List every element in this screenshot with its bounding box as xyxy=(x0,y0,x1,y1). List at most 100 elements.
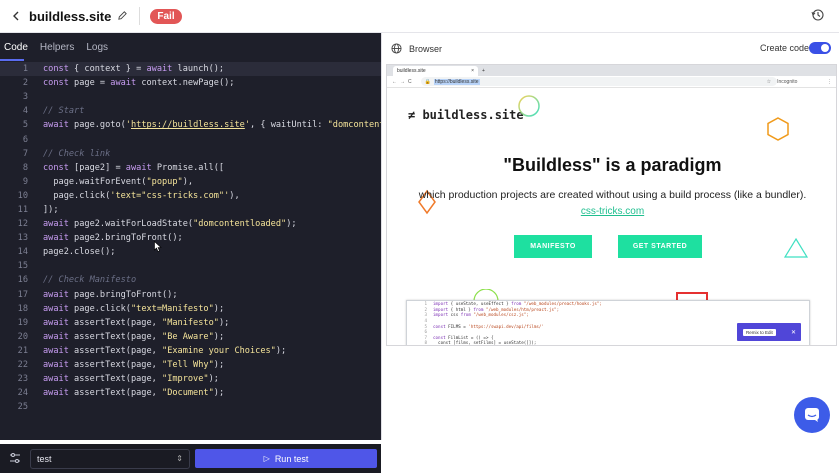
code-line[interactable]: 21 await assertText(page, "Examine your C… xyxy=(0,344,381,358)
snippet-token: const xyxy=(433,323,446,329)
code-token: ]); xyxy=(43,204,59,215)
line-number: 9 xyxy=(22,176,28,187)
code-token: "Examine your Choices" xyxy=(162,345,276,356)
site-logo[interactable]: ≠ buildless.site xyxy=(408,108,524,122)
new-tab-icon[interactable]: + xyxy=(482,68,485,74)
code-token: page2.bringToFront(); xyxy=(68,233,183,244)
history-icon[interactable] xyxy=(811,8,827,24)
code-token: // Start xyxy=(43,106,85,117)
editor-panel: Code Helpers Logs 1 const { context } = a… xyxy=(0,33,381,473)
code-token: 'text="css-tricks.com"' xyxy=(110,190,230,201)
test-select[interactable]: test ⇕ xyxy=(30,448,190,469)
browser-panel-title: Browser xyxy=(409,43,443,54)
tab-logs[interactable]: Logs xyxy=(86,35,108,60)
chat-launcher-button[interactable] xyxy=(794,397,830,433)
code-line[interactable]: 8 const [page2] = await Promise.all([ xyxy=(0,161,381,175)
close-icon[interactable]: ✕ xyxy=(791,329,796,336)
line-number: 18 xyxy=(17,303,28,314)
tab-code[interactable]: Code xyxy=(4,35,28,60)
code-line[interactable]: 12 await page2.waitForLoadState("domconte… xyxy=(0,217,381,231)
nav-arrows-icon[interactable]: ←→C xyxy=(392,79,415,85)
code-token: , { waitUntil: xyxy=(250,120,328,131)
code-line[interactable]: 16 // Check Manifesto xyxy=(0,273,381,287)
browser-tab[interactable]: buildless.site × xyxy=(393,66,478,76)
code-token: await xyxy=(43,317,69,328)
star-icon[interactable]: ☆ xyxy=(767,79,771,85)
line-number: 23 xyxy=(17,374,28,385)
line-number: 1 xyxy=(22,64,28,75)
code-line[interactable]: 9 page.waitForEvent("popup"), xyxy=(0,175,381,189)
create-code-toggle[interactable] xyxy=(809,42,831,54)
browser-viewport[interactable]: buildless.site × + ←→C 🔒 https://buildle… xyxy=(386,64,837,346)
snippet-token: import xyxy=(433,301,449,307)
remix-banner: Remix to Edit ✕ xyxy=(737,323,801,341)
code-line[interactable]: 13 await page2.bringToFront(); xyxy=(0,231,381,245)
code-line[interactable]: 18 await page.click("text=Manifesto"); xyxy=(0,302,381,316)
code-token: [page2] = xyxy=(68,162,126,173)
browser-tab-strip: buildless.site × + xyxy=(387,65,836,76)
snippet-token: "/web_modules/csz.js"; xyxy=(470,312,529,318)
remix-to-edit-button[interactable]: Remix to Edit xyxy=(743,328,776,336)
code-token: await xyxy=(43,233,69,244)
code-token: page.bringToFront(); xyxy=(68,289,178,300)
code-line[interactable]: 1 const { context } = await launch(); xyxy=(0,62,381,77)
snippet-line-number: 7 xyxy=(424,334,427,340)
code-token: page2.close(); xyxy=(43,247,116,258)
top-bar: buildless.site Fail xyxy=(0,0,839,33)
code-line[interactable]: 25 xyxy=(0,400,381,410)
code-line[interactable]: 15 xyxy=(0,259,381,273)
code-token: https://buildless.site xyxy=(130,120,245,131)
code-line[interactable]: 10 page.click('text="css-tricks.com"'), xyxy=(0,189,381,203)
snippet-line-number: 3 xyxy=(424,312,427,318)
code-line[interactable]: 11]); xyxy=(0,203,381,217)
line-number: 3 xyxy=(22,92,28,103)
css-tricks-link[interactable]: css-tricks.com xyxy=(387,206,836,217)
snippet-token: css xyxy=(448,312,461,318)
code-line[interactable]: 23 await assertText(page, "Improve"); xyxy=(0,372,381,386)
tab-helpers[interactable]: Helpers xyxy=(40,35,74,60)
get-started-button[interactable]: GET STARTED xyxy=(618,235,702,258)
code-line[interactable]: 24 await assertText(page, "Document"); xyxy=(0,386,381,400)
editor-tabs: Code Helpers Logs xyxy=(0,33,381,61)
line-number: 17 xyxy=(17,289,28,300)
code-token: "Be Aware" xyxy=(162,331,214,342)
code-token: // Check link xyxy=(43,148,111,159)
code-token: const xyxy=(43,78,69,89)
code-line[interactable]: 5 await page.goto(' https://buildless.site… xyxy=(0,118,381,132)
code-line[interactable]: 20 await assertText(page, "Be Aware"); xyxy=(0,330,381,344)
line-number: 20 xyxy=(17,331,28,342)
snippet-line-number: 5 xyxy=(424,323,427,329)
run-bar: test ⇕ ▷ Run test xyxy=(0,444,381,473)
line-number: 10 xyxy=(17,190,28,201)
code-token: await xyxy=(110,78,137,89)
manifesto-button[interactable]: MANIFESTO xyxy=(514,235,592,258)
code-line[interactable]: 7 // Check link xyxy=(0,147,381,161)
hexagon-shape-icon xyxy=(767,117,789,141)
code-token: await xyxy=(43,388,69,399)
close-icon[interactable]: × xyxy=(471,68,474,74)
snippet-token: const [films, setFilms] = useState([]); xyxy=(433,340,537,346)
address-bar[interactable]: 🔒 https://buildless.site xyxy=(420,77,777,86)
code-line[interactable]: 4 // Start xyxy=(0,104,381,118)
menu-dots-icon[interactable]: ⋮ xyxy=(827,79,832,85)
code-token: ), xyxy=(229,190,240,201)
code-line[interactable]: 2 const page = await context.newPage(); xyxy=(0,76,381,90)
run-test-label: Run test xyxy=(274,453,309,464)
snippet-token: const xyxy=(433,334,446,340)
code-line[interactable]: 14 page2.close(); xyxy=(0,245,381,259)
back-arrow-icon[interactable] xyxy=(5,5,27,27)
code-editor[interactable]: 1 const { context } = await launch(); 2 con… xyxy=(0,62,381,410)
edit-pencil-icon[interactable] xyxy=(117,10,129,22)
code-token: ); xyxy=(275,345,287,356)
line-number: 22 xyxy=(17,360,28,371)
code-token: assertText(page, xyxy=(68,317,163,328)
code-line[interactable]: 22 await assertText(page, "Tell Why"); xyxy=(0,358,381,372)
code-token: page.click( xyxy=(43,190,111,201)
code-line[interactable]: 6 xyxy=(0,132,381,146)
code-line[interactable]: 3 xyxy=(0,90,381,104)
filter-sliders-icon[interactable] xyxy=(8,451,24,467)
code-line[interactable]: 17 await page.bringToFront(); xyxy=(0,288,381,302)
snippet-line-number: 1 xyxy=(424,301,427,307)
run-test-button[interactable]: ▷ Run test xyxy=(195,449,377,468)
code-line[interactable]: 19 await assertText(page, "Manifesto"); xyxy=(0,316,381,330)
